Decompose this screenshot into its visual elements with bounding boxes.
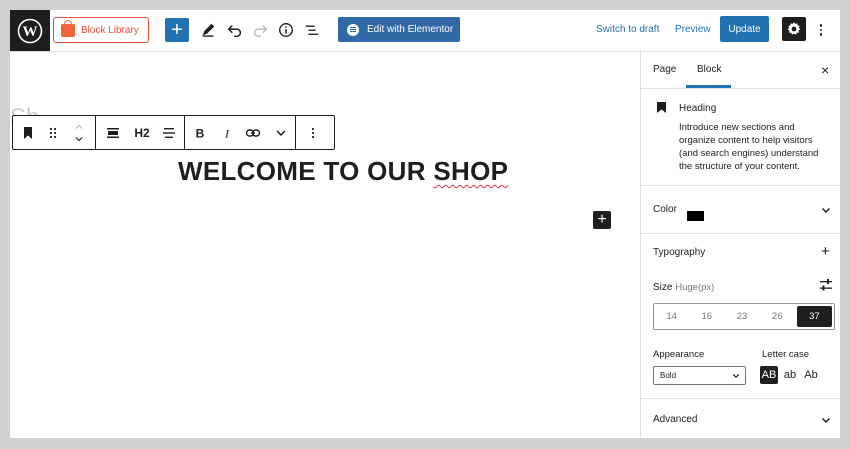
link-button[interactable] [239, 116, 267, 149]
advanced-label: Advanced [653, 414, 698, 425]
preview-button[interactable]: Preview [675, 24, 711, 35]
options-menu-button[interactable] [814, 20, 828, 40]
chevron-up-icon [75, 124, 83, 129]
update-button[interactable]: Update [720, 16, 769, 42]
block-card-title: Heading [679, 103, 717, 114]
size-unit-note: Huge(px) [675, 282, 715, 293]
font-size-option[interactable]: 26 [760, 304, 795, 329]
size-label-text: Size [653, 282, 673, 293]
list-view-icon [305, 25, 319, 35]
add-block-button[interactable]: + [165, 18, 189, 42]
block-options-button[interactable] [296, 116, 330, 149]
bookmark-icon [657, 102, 666, 113]
uppercase-button[interactable]: AB [760, 366, 778, 384]
settings-sidebar: Page Block × Heading Introduce new secti… [640, 52, 840, 438]
italic-icon: I [224, 126, 230, 140]
align-button[interactable] [96, 116, 130, 149]
wordpress-icon: W [17, 18, 43, 43]
close-sidebar-button[interactable]: × [821, 62, 829, 78]
block-card: Heading Introduce new sections and organ… [641, 89, 840, 186]
drag-handle[interactable] [43, 116, 63, 149]
svg-text:I: I [224, 126, 230, 140]
block-card-description: Introduce new sections and organize cont… [679, 122, 819, 172]
info-icon [279, 23, 293, 37]
edit-with-elementor-button[interactable]: Edit with Elementor [338, 17, 460, 42]
custom-size-toggle-icon[interactable] [819, 278, 833, 292]
lowercase-button[interactable]: ab [781, 366, 799, 384]
switch-to-draft-button[interactable]: Switch to draft [596, 24, 659, 35]
appearance-value: Bold [660, 371, 677, 380]
details-button[interactable] [276, 20, 296, 40]
chevron-down-icon [821, 207, 831, 214]
redo-icon [253, 24, 268, 38]
font-size-option[interactable]: 16 [689, 304, 724, 329]
heading-text: WELCOME TO OUR [178, 156, 434, 186]
redo-button[interactable] [250, 20, 270, 40]
chevron-down-icon [276, 129, 286, 136]
svg-text:B: B [196, 126, 205, 140]
more-rich-text-button[interactable] [267, 116, 295, 149]
tools-button[interactable] [198, 20, 218, 40]
elementor-icon [347, 23, 359, 36]
appearance-select[interactable]: Bold [653, 366, 746, 385]
chevron-down-icon [821, 417, 831, 424]
undo-button[interactable] [225, 20, 245, 40]
settings-button[interactable] [782, 17, 806, 41]
active-tab-indicator [686, 85, 731, 88]
bold-button[interactable]: B [185, 116, 215, 149]
heading-level-button[interactable]: H2 [130, 116, 154, 149]
block-library-label: Block Library [81, 24, 139, 36]
bold-icon: B [196, 126, 205, 140]
wordpress-logo-button[interactable]: W [10, 10, 50, 51]
svg-text:W: W [23, 24, 38, 40]
move-up-down-buttons[interactable] [63, 116, 95, 149]
pencil-icon [202, 23, 215, 37]
more-vertical-icon [311, 127, 315, 138]
bookmark-icon [24, 126, 32, 139]
list-view-button[interactable] [302, 20, 322, 40]
size-label: Size Huge(px) [653, 282, 714, 293]
block-inserter-button[interactable]: + [593, 211, 611, 229]
color-swatch[interactable] [687, 211, 704, 221]
tab-block[interactable]: Block [697, 64, 721, 75]
gear-icon [787, 22, 801, 35]
top-toolbar: W Block Library + Edit with Elementor Sw… [10, 10, 840, 52]
color-label: Color [653, 204, 677, 215]
font-size-option-selected[interactable]: 37 [796, 306, 833, 327]
editor-window: W Block Library + Edit with Elementor Sw… [10, 10, 840, 438]
sidebar-tabs: Page Block × [641, 52, 840, 89]
text-align-button[interactable] [154, 116, 184, 149]
color-panel[interactable]: Color [641, 186, 840, 234]
elementor-label: Edit with Elementor [367, 24, 454, 35]
heading-controls-group: H2 [96, 116, 185, 149]
undo-icon [227, 24, 242, 38]
format-controls-group: B I [185, 116, 296, 149]
letter-case-label: Letter case [762, 349, 809, 360]
shopping-bag-icon [61, 19, 75, 37]
font-size-option[interactable]: 14 [654, 304, 689, 329]
font-size-picker: 14 16 23 26 37 [653, 303, 835, 330]
editor-canvas[interactable]: Sh H2 [10, 52, 640, 438]
align-center-icon [163, 127, 175, 138]
font-size-option[interactable]: 23 [724, 304, 759, 329]
typography-label: Typography [653, 247, 706, 258]
chevron-down-icon [75, 136, 83, 141]
block-options-group [296, 116, 330, 149]
drag-handle-icon [49, 127, 57, 138]
capitalize-button[interactable]: Ab [802, 366, 820, 384]
heading-block[interactable]: WELCOME TO OUR SHOP [178, 156, 508, 187]
advanced-panel[interactable]: Advanced [641, 399, 840, 437]
misspelled-word: SHOP [433, 156, 509, 186]
block-library-button[interactable]: Block Library [53, 17, 149, 43]
italic-button[interactable]: I [215, 116, 239, 149]
block-mover-group [13, 116, 96, 149]
tab-page[interactable]: Page [653, 64, 676, 75]
link-icon [245, 128, 261, 137]
typography-options-button[interactable]: + [821, 244, 830, 259]
block-toolbar: H2 B I [12, 115, 335, 150]
block-type-button[interactable] [13, 116, 43, 149]
align-wide-icon [107, 127, 119, 138]
chevron-down-icon [732, 373, 740, 379]
appearance-label: Appearance [653, 349, 705, 360]
